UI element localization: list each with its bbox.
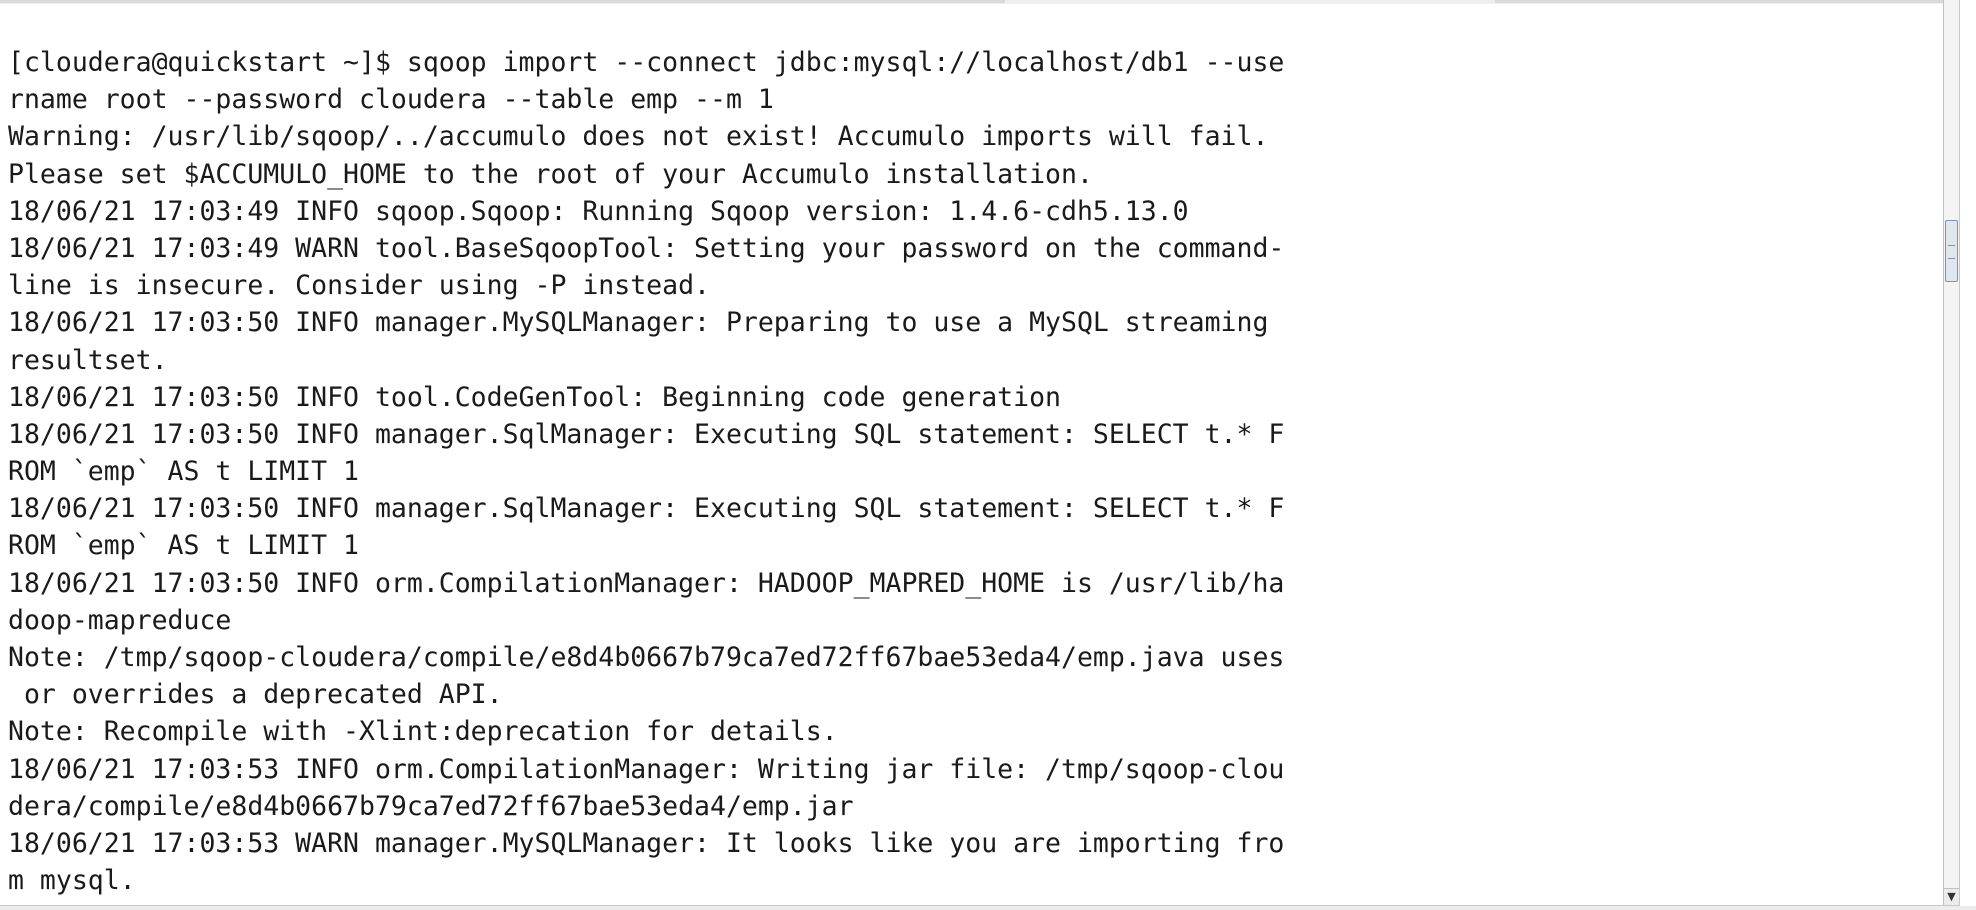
terminal-line: line is insecure. Consider using -P inst… (8, 270, 710, 302)
terminal-output[interactable]: [cloudera@quickstart ~]$ sqoop import --… (8, 44, 1958, 899)
terminal-line: or overrides a deprecated API. (8, 679, 503, 711)
terminal-line: 18/06/21 17:03:50 INFO tool.CodeGenTool:… (8, 381, 1061, 413)
scrollbar-thumb[interactable] (1945, 220, 1958, 282)
terminal-line: rname root --password cloudera --table e… (8, 84, 774, 116)
terminal-line: [cloudera@quickstart ~]$ sqoop import --… (8, 47, 1285, 78)
terminal-line: 18/06/21 17:03:50 INFO manager.SqlManage… (8, 493, 1285, 525)
terminal-window[interactable]: [cloudera@quickstart ~]$ sqoop import --… (0, 0, 1960, 906)
terminal-line: 18/06/21 17:03:49 WARN tool.BaseSqoopToo… (8, 232, 1285, 264)
terminal-line: doop-mapreduce (8, 604, 232, 636)
vertical-scrollbar[interactable]: ▼ (1943, 0, 1959, 905)
terminal-line: m mysql. (8, 865, 136, 897)
terminal-line: 18/06/21 17:03:50 INFO manager.SqlManage… (8, 418, 1285, 450)
terminal-line: 18/06/21 17:03:50 INFO orm.CompilationMa… (8, 567, 1285, 599)
terminal-line: Please set $ACCUMULO_HOME to the root of… (8, 158, 1093, 190)
terminal-line: resultset. (8, 344, 168, 376)
terminal-line: ROM `emp` AS t LIMIT 1 (8, 456, 359, 488)
scrollbar-grip-icon (1948, 245, 1955, 259)
terminal-line: 18/06/21 17:03:50 INFO manager.MySQLMana… (8, 307, 1269, 339)
terminal-line: 18/06/21 17:03:53 INFO orm.CompilationMa… (8, 753, 1285, 785)
window-bottom-edge (0, 906, 1976, 910)
top-edge-segment (1495, 0, 1959, 3)
top-edge-segment (1005, 0, 1495, 3)
terminal-top-edge (0, 0, 1959, 4)
terminal-line: Note: Recompile with -Xlint:deprecation … (8, 716, 838, 748)
scroll-down-button[interactable]: ▼ (1944, 888, 1959, 905)
terminal-line: 18/06/21 17:03:53 WARN manager.MySQLMana… (8, 827, 1285, 859)
top-edge-segment (0, 0, 1005, 3)
terminal-line: Note: /tmp/sqoop-cloudera/compile/e8d4b0… (8, 642, 1285, 673)
terminal-line: ROM `emp` AS t LIMIT 1 (8, 530, 359, 562)
terminal-line: 18/06/21 17:03:49 INFO sqoop.Sqoop: Runn… (8, 195, 1189, 227)
terminal-line: dera/compile/e8d4b0667b79ca7ed72ff67bae5… (8, 790, 854, 822)
terminal-line: Warning: /usr/lib/sqoop/../accumulo does… (8, 121, 1269, 153)
window-right-margin (1960, 0, 1976, 910)
